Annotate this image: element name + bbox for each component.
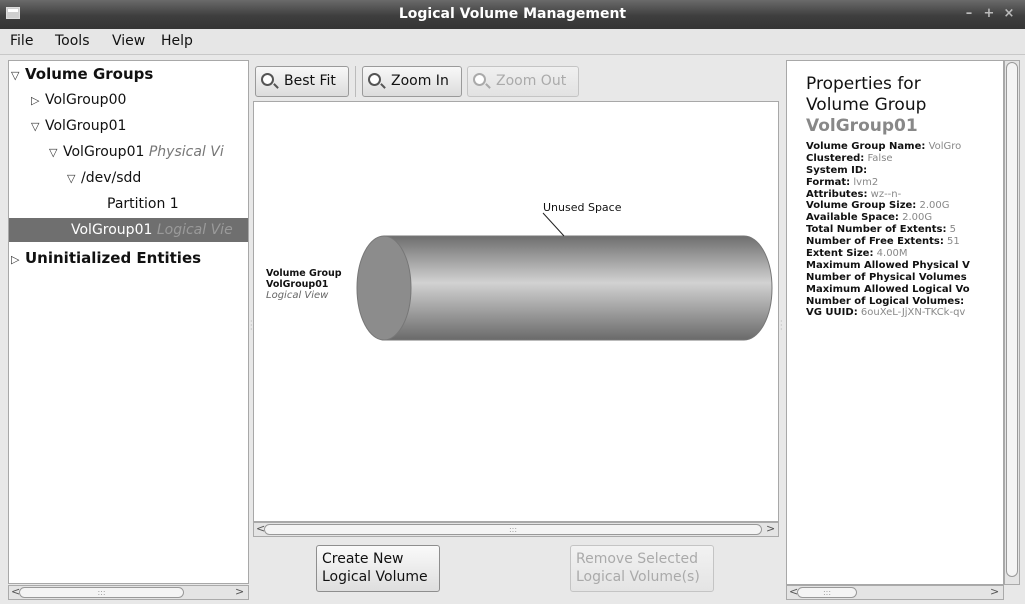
cylinder-graphic (356, 212, 773, 341)
pane-grip[interactable]: ··· (780, 318, 783, 334)
tree-hscrollbar[interactable]: < ::: > (8, 585, 249, 600)
menu-bar: File Tools View Help (0, 29, 1025, 55)
property-label: Maximum Allowed Logical Vo (806, 283, 970, 295)
expand-triangle-icon[interactable]: ▽ (67, 167, 81, 190)
create-logical-volume-button[interactable]: Create New Logical Volume (316, 545, 440, 592)
property-label: Clustered: (806, 152, 865, 164)
zoom-fit-icon (261, 73, 274, 86)
tree-volgroup00[interactable]: ▷ VolGroup00 (31, 88, 126, 112)
property-label: Number of Physical Volumes (806, 271, 967, 283)
property-label: Extent Size: (806, 248, 874, 260)
scroll-right-icon[interactable]: > (766, 522, 775, 535)
property-value: 2.00G (919, 200, 950, 212)
menu-help[interactable]: Help (161, 33, 193, 49)
maximize-icon[interactable]: + (980, 6, 998, 22)
scroll-thumb[interactable] (1006, 62, 1018, 577)
property-value: 2.00G (902, 212, 933, 224)
tree-partition-1[interactable]: Partition 1 (107, 192, 179, 216)
property-value: lvm2 (853, 176, 879, 188)
tree-physical-view[interactable]: ▽ VolGroup01 Physical Vi (49, 140, 224, 164)
properties-vg-name: VolGroup01 (806, 116, 918, 136)
collapsed-triangle-icon[interactable]: ▷ (11, 248, 25, 270)
property-row: Maximum Allowed Logical Vo (806, 283, 1003, 296)
properties-hscrollbar[interactable]: < ::: > (786, 585, 1004, 600)
property-row: Format: lvm2 (806, 176, 1003, 189)
tree-volgroup01[interactable]: ▽ VolGroup01 (31, 114, 126, 138)
property-row: Volume Group Size: 2.00G (806, 200, 1003, 212)
scroll-thumb[interactable]: ::: (19, 587, 184, 598)
menu-tools[interactable]: Tools (55, 33, 90, 49)
expand-triangle-icon[interactable]: ▽ (31, 115, 45, 138)
property-label: Number of Free Extents: (806, 236, 944, 248)
property-value: VolGro (928, 141, 962, 152)
properties-panel: Properties for Volume Group VolGroup01 V… (786, 60, 1004, 585)
scroll-thumb[interactable]: ::: (797, 587, 857, 598)
property-label: Available Space: (806, 212, 899, 224)
scroll-right-icon[interactable]: > (990, 585, 999, 598)
expand-triangle-icon[interactable]: ▽ (11, 64, 25, 86)
canvas-hscrollbar[interactable]: < ::: > (253, 522, 779, 537)
unused-space-label: Unused Space (543, 201, 622, 214)
property-label: Attributes: (806, 188, 868, 200)
properties-heading: Properties for Volume Group (806, 74, 927, 115)
property-row: Clustered: False (806, 152, 1003, 165)
property-value: 5 (949, 224, 957, 236)
property-row: VG UUID: 6ouXeL-JjXN-TKCk-qv (806, 307, 1003, 319)
zoom-in-button[interactable]: Zoom In (362, 66, 462, 97)
property-row: Extent Size: 4.00M (806, 248, 1003, 260)
property-value: 6ouXeL-JjXN-TKCk-qv (860, 307, 966, 319)
unused-space-segment[interactable] (383, 235, 773, 341)
scroll-thumb[interactable]: ::: (264, 524, 762, 535)
volume-canvas[interactable]: Unused Space Volume Group VolGroup01 Log… (253, 101, 779, 522)
canvas-vg-label: Volume Group VolGroup01 Logical View (266, 268, 342, 301)
property-label: Maximum Allowed Physical V (806, 259, 970, 271)
menu-file[interactable]: File (10, 33, 33, 49)
title-bar: Logical Volume Management – + × (0, 0, 1025, 29)
lvm-tree: ▽ Volume Groups ▷ VolGroup00 ▽ VolGroup01 ▽… (8, 60, 249, 584)
toolbar-separator (355, 66, 356, 97)
property-row: System ID: (806, 164, 1003, 177)
unused-space-leader (542, 212, 565, 237)
properties-list: Volume Group Name: VolGro Clustered: Fals… (806, 141, 1003, 319)
property-row: Number of Free Extents: 51 (806, 236, 1003, 248)
property-row: Number of Physical Volumes (806, 271, 1003, 284)
property-value: 4.00M (876, 248, 908, 260)
zoom-in-icon (368, 73, 381, 86)
property-row: Volume Group Name: VolGro (806, 141, 1003, 153)
tree-logical-view[interactable]: VolGroup01 Logical Vie (9, 218, 248, 242)
property-label: Volume Group Size: (806, 200, 917, 212)
property-label: Number of Logical Volumes: (806, 295, 965, 307)
scroll-right-icon[interactable]: > (235, 585, 244, 598)
tree-volume-groups[interactable]: ▽ Volume Groups (11, 62, 153, 86)
remove-logical-volume-button: Remove Selected Logical Volume(s) (570, 545, 714, 592)
tree-uninitialized[interactable]: ▷ Uninitialized Entities (11, 246, 201, 270)
property-label: Format: (806, 176, 851, 188)
property-row: Maximum Allowed Physical V (806, 259, 1003, 272)
best-fit-button[interactable]: Best Fit (255, 66, 349, 97)
collapsed-triangle-icon[interactable]: ▷ (31, 89, 45, 112)
property-label: Volume Group Name: (806, 141, 926, 152)
menu-view[interactable]: View (112, 33, 145, 49)
expand-triangle-icon[interactable]: ▽ (49, 141, 63, 164)
cylinder-end-cap (356, 235, 412, 341)
close-icon[interactable]: × (1000, 6, 1018, 22)
property-row: Available Space: 2.00G (806, 212, 1003, 224)
zoom-out-button: Zoom Out (467, 66, 579, 97)
property-row: Attributes: wz--n- (806, 188, 1003, 201)
property-label: Total Number of Extents: (806, 224, 947, 236)
property-value: False (867, 152, 893, 164)
property-value: wz--n- (870, 188, 902, 200)
minimize-icon[interactable]: – (960, 6, 978, 22)
property-label: System ID: (806, 164, 868, 176)
property-value: 51 (947, 236, 960, 248)
property-row: Total Number of Extents: 5 (806, 224, 1003, 236)
properties-vscrollbar[interactable] (1004, 60, 1020, 585)
window-title: Logical Volume Management (398, 6, 627, 22)
property-label: VG UUID: (806, 307, 858, 319)
property-row: Number of Logical Volumes: (806, 295, 1003, 308)
zoom-out-icon (473, 73, 486, 86)
tree-dev-sdd[interactable]: ▽/dev/sdd (67, 166, 141, 190)
